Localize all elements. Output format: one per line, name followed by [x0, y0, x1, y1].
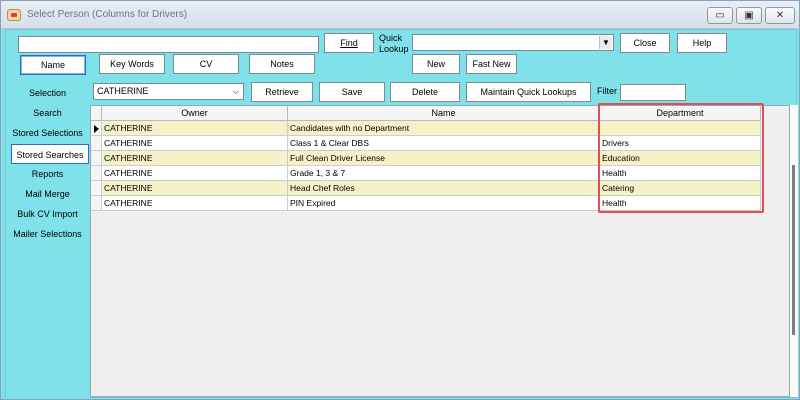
table-row[interactable]: CATHERINE Full Clean Driver License Educ… — [91, 151, 761, 166]
row-selector[interactable] — [91, 151, 102, 166]
save-button[interactable]: Save — [319, 82, 385, 102]
sidebar: Selection Search Stored Selections Store… — [6, 83, 89, 398]
sidebar-item-search[interactable]: Search — [6, 103, 89, 123]
owner-dropdown[interactable]: CATHERINE ⌵ — [93, 83, 244, 100]
scrollbar-thumb[interactable] — [792, 165, 795, 335]
row-selector[interactable] — [91, 166, 102, 181]
cell-department[interactable]: Drivers — [600, 136, 761, 151]
minimize-icon[interactable]: ▭ — [707, 7, 733, 24]
sidebar-item-stored-selections[interactable]: Stored Selections — [6, 123, 89, 143]
table-row[interactable]: CATHERINE PIN Expired Health — [91, 196, 761, 211]
cell-name[interactable]: Grade 1, 3 & 7 — [288, 166, 600, 181]
vertical-scrollbar[interactable] — [790, 105, 798, 397]
fast-new-button[interactable]: Fast New — [466, 54, 517, 74]
tab-name[interactable]: Name — [20, 55, 86, 75]
row-selector[interactable] — [91, 181, 102, 196]
cell-name[interactable]: Head Chef Roles — [288, 181, 600, 196]
new-button[interactable]: New — [412, 54, 460, 74]
cell-name[interactable]: Full Clean Driver License — [288, 151, 600, 166]
sidebar-item-stored-searches[interactable]: Stored Searches — [11, 144, 89, 164]
find-button[interactable]: Find — [324, 33, 374, 53]
delete-button[interactable]: Delete — [390, 82, 460, 102]
column-header-name[interactable]: Name — [288, 106, 600, 121]
table-row[interactable]: CATHERINE Head Chef Roles Catering — [91, 181, 761, 196]
table-row[interactable]: CATHERINE Candidates with no Department — [91, 121, 761, 136]
sidebar-item-bulk-cv-import[interactable]: Bulk CV Import — [6, 204, 89, 224]
sidebar-item-reports[interactable]: Reports — [6, 164, 89, 184]
cell-owner[interactable]: CATHERINE — [102, 136, 288, 151]
close-button[interactable]: Close — [620, 33, 670, 53]
quick-lookup-label: Quick — [379, 33, 403, 43]
tab-notes[interactable]: Notes — [249, 54, 315, 74]
row-selector[interactable] — [91, 121, 102, 136]
current-row-icon — [94, 125, 99, 133]
chevron-down-icon[interactable]: ⌵ — [229, 85, 242, 98]
sidebar-item-selection[interactable]: Selection — [6, 83, 89, 103]
sidebar-item-mail-merge[interactable]: Mail Merge — [6, 184, 89, 204]
tab-cv[interactable]: CV — [173, 54, 239, 74]
table-row[interactable]: CATHERINE Class 1 & Clear DBS Drivers — [91, 136, 761, 151]
cell-name[interactable]: PIN Expired — [288, 196, 600, 211]
owner-value: CATHERINE — [97, 86, 149, 96]
filter-input[interactable] — [620, 84, 686, 101]
maximize-icon[interactable]: ▣ — [736, 7, 762, 24]
app-icon — [7, 9, 21, 21]
main-panel: Find Quick Lookup ▼ Close Help Name Key … — [5, 29, 798, 398]
cell-owner[interactable]: CATHERINE — [102, 181, 288, 196]
cell-name[interactable]: Candidates with no Department — [288, 121, 600, 136]
cell-owner[interactable]: CATHERINE — [102, 196, 288, 211]
row-header-corner — [91, 106, 102, 121]
maintain-quick-lookups-button[interactable]: Maintain Quick Lookups — [466, 82, 591, 102]
window-title: Select Person (Columns for Drivers) — [27, 9, 188, 20]
select-person-window: Select Person (Columns for Drivers) ▭ ▣ … — [0, 0, 800, 400]
close-icon[interactable]: ✕ — [765, 7, 795, 24]
stored-searches-grid: Owner Name Department CATHERINE Candidat… — [90, 105, 790, 397]
table-row[interactable]: CATHERINE Grade 1, 3 & 7 Health — [91, 166, 761, 181]
cell-department[interactable]: Health — [600, 196, 761, 211]
filter-label: Filter — [597, 86, 617, 96]
chevron-down-icon[interactable]: ▼ — [599, 36, 612, 49]
cell-department[interactable]: Health — [600, 166, 761, 181]
row-selector[interactable] — [91, 196, 102, 211]
cell-owner[interactable]: CATHERINE — [102, 166, 288, 181]
quick-lookup-dropdown[interactable]: ▼ — [412, 34, 614, 51]
cell-department[interactable]: Catering — [600, 181, 761, 196]
column-header-owner[interactable]: Owner — [102, 106, 288, 121]
retrieve-button[interactable]: Retrieve — [251, 82, 313, 102]
title-bar: Select Person (Columns for Drivers) ▭ ▣ … — [1, 1, 799, 29]
row-selector[interactable] — [91, 136, 102, 151]
help-button[interactable]: Help — [677, 33, 727, 53]
cell-owner[interactable]: CATHERINE — [102, 121, 288, 136]
cell-department[interactable] — [600, 121, 761, 136]
cell-owner[interactable]: CATHERINE — [102, 151, 288, 166]
column-header-department[interactable]: Department — [600, 106, 761, 121]
cell-department[interactable]: Education — [600, 151, 761, 166]
quick-lookup-label-2: Lookup — [379, 44, 409, 54]
find-label: Find — [340, 38, 358, 48]
cell-name[interactable]: Class 1 & Clear DBS — [288, 136, 600, 151]
sidebar-item-mailer-selections[interactable]: Mailer Selections — [6, 224, 89, 244]
search-input[interactable] — [18, 36, 319, 53]
tab-key-words[interactable]: Key Words — [99, 54, 165, 74]
